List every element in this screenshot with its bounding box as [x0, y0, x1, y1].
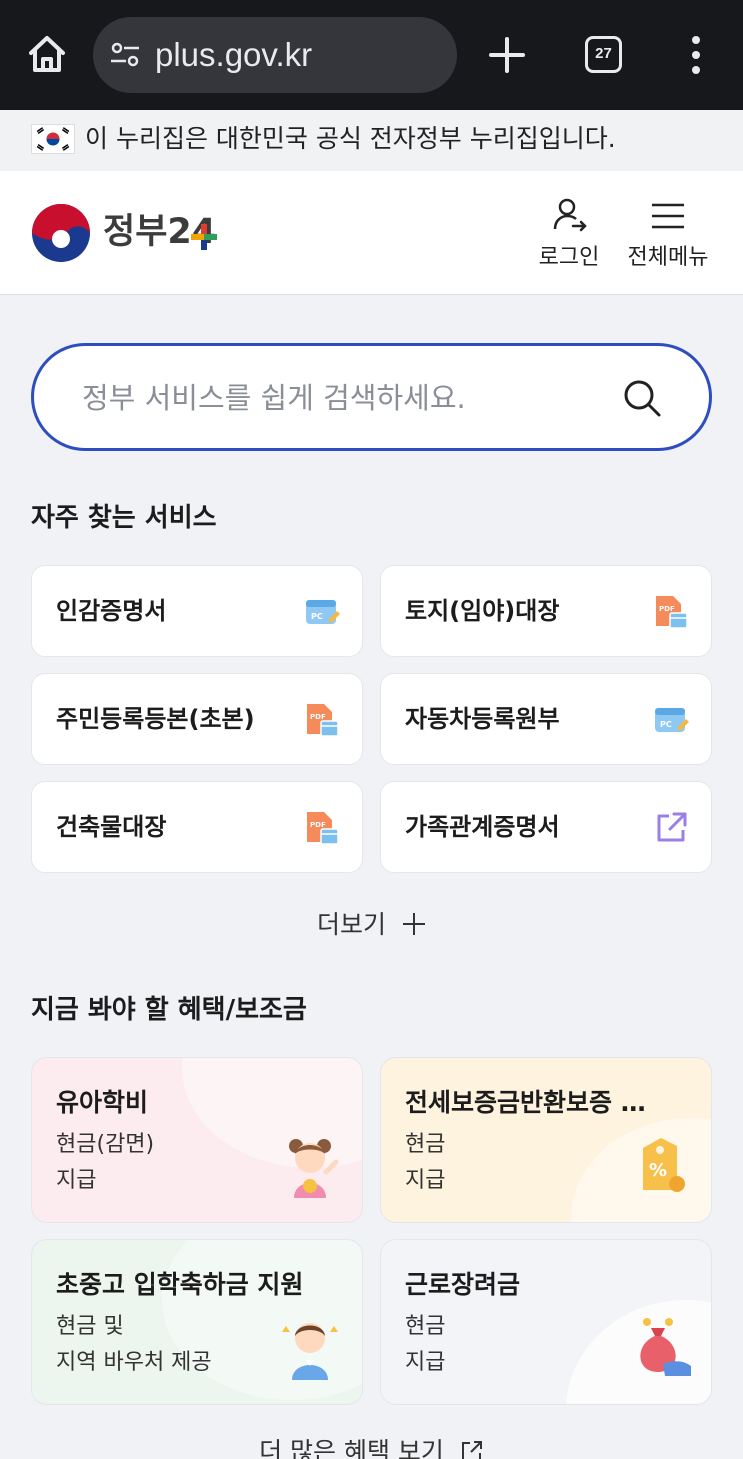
all-menu-label: 전체메뉴	[627, 245, 709, 270]
svg-text:%: %	[649, 1160, 667, 1181]
external-link-icon	[461, 1441, 482, 1459]
more-services-button[interactable]: 더보기	[0, 905, 743, 945]
pdf-icon: PDF	[307, 704, 339, 737]
service-label: 주민등록등본(초본)	[56, 705, 255, 733]
address-bar[interactable]: plus.gov.kr	[93, 17, 457, 93]
notice-text: 이 누리집은 대한민국 공식 전자정부 누리집입니다.	[85, 124, 616, 153]
benefit-method: 지급	[405, 1168, 446, 1193]
benefit-method: 지급	[56, 1168, 97, 1193]
pdf-icon: PDF	[656, 596, 688, 629]
plus-icon	[402, 913, 425, 935]
benefit-method: 지급	[405, 1350, 446, 1375]
site-header: 정부24 로그인 전체메뉴	[0, 171, 743, 295]
benefit-card[interactable]: 전세보증금반환보증 … 현금 지급 %	[380, 1057, 712, 1223]
benefit-title: 전세보증금반환보증 …	[405, 1088, 646, 1117]
pc-icon: PC	[655, 708, 689, 732]
discount-tag-icon: %	[643, 1138, 685, 1192]
service-label: 건축물대장	[56, 813, 167, 841]
child-illustration-icon	[289, 1139, 339, 1198]
benefit-title: 근로장려금	[405, 1270, 521, 1299]
more-label: 더보기	[317, 910, 387, 939]
benefit-type: 현금	[405, 1132, 446, 1157]
tab-switcher-button[interactable]: 27	[585, 36, 622, 73]
url-text: plus.gov.kr	[155, 36, 313, 73]
benefit-type: 현금(감면)	[56, 1132, 155, 1157]
hamburger-menu-icon	[652, 203, 684, 229]
pdf-icon: PDF	[307, 812, 339, 845]
svg-text:PDF: PDF	[310, 713, 326, 721]
search-placeholder: 정부 서비스를 쉽게 검색하세요.	[82, 381, 466, 415]
login-label: 로그인	[538, 245, 600, 270]
svg-text:PDF: PDF	[659, 605, 675, 613]
service-card[interactable]: 토지(임야)대장 PDF	[380, 565, 712, 657]
service-label: 토지(임야)대장	[405, 597, 560, 625]
all-menu-button[interactable]: 전체메뉴	[620, 197, 716, 271]
svg-text:PC: PC	[311, 612, 323, 621]
home-icon[interactable]	[26, 33, 68, 75]
service-label: 인감증명서	[56, 597, 167, 625]
benefit-title: 초중고 입학축하금 지원	[56, 1270, 304, 1299]
money-bag-icon	[640, 1318, 691, 1376]
service-card[interactable]: 건축물대장 PDF	[31, 781, 363, 873]
login-button[interactable]: 로그인	[530, 197, 608, 271]
benefit-method: 지역 바우처 제공	[56, 1350, 212, 1375]
new-tab-icon[interactable]	[487, 35, 527, 75]
official-site-notice: 이 누리집은 대한민국 공식 전자정부 누리집입니다.	[0, 110, 743, 171]
benefits-title: 지금 봐야 할 혜택/보조금	[31, 995, 307, 1025]
search-icon[interactable]	[622, 378, 662, 418]
student-illustration-icon	[282, 1323, 338, 1380]
svg-text:PDF: PDF	[310, 821, 326, 829]
service-card[interactable]: 인감증명서 PC	[31, 565, 363, 657]
service-card[interactable]: 자동차등록원부 PC	[380, 673, 712, 765]
service-label: 가족관계증명서	[405, 813, 560, 841]
service-search-input[interactable]: 정부 서비스를 쉽게 검색하세요.	[31, 343, 712, 451]
service-card[interactable]: 가족관계증명서	[380, 781, 712, 873]
benefit-title: 유아학비	[56, 1088, 149, 1117]
browser-toolbar: plus.gov.kr 27	[0, 0, 743, 110]
benefit-type: 현금 및	[56, 1314, 124, 1339]
frequent-services-title: 자주 찾는 서비스	[31, 503, 217, 533]
user-login-icon	[553, 198, 587, 232]
site-settings-icon[interactable]	[109, 41, 141, 69]
more-benefits-link[interactable]: 더 많은 혜택 보기	[0, 1432, 743, 1459]
more-options-icon[interactable]	[684, 33, 708, 77]
service-card[interactable]: 주민등록등본(초본) PDF	[31, 673, 363, 765]
government-emblem-logo[interactable]	[30, 203, 92, 263]
logo-plus-mark	[191, 224, 217, 250]
svg-text:PC: PC	[660, 720, 672, 729]
more-benefits-label: 더 많은 혜택 보기	[259, 1437, 444, 1459]
benefit-card[interactable]: 근로장려금 현금 지급	[380, 1239, 712, 1405]
benefit-card[interactable]: 유아학비 현금(감면) 지급	[31, 1057, 363, 1223]
benefit-card[interactable]: 초중고 입학축하금 지원 현금 및 지역 바우처 제공	[31, 1239, 363, 1405]
benefit-type: 현금	[405, 1314, 446, 1339]
pc-icon: PC	[306, 600, 340, 624]
korea-flag-icon	[31, 124, 75, 154]
service-label: 자동차등록원부	[405, 705, 560, 733]
external-link-icon	[657, 812, 687, 842]
